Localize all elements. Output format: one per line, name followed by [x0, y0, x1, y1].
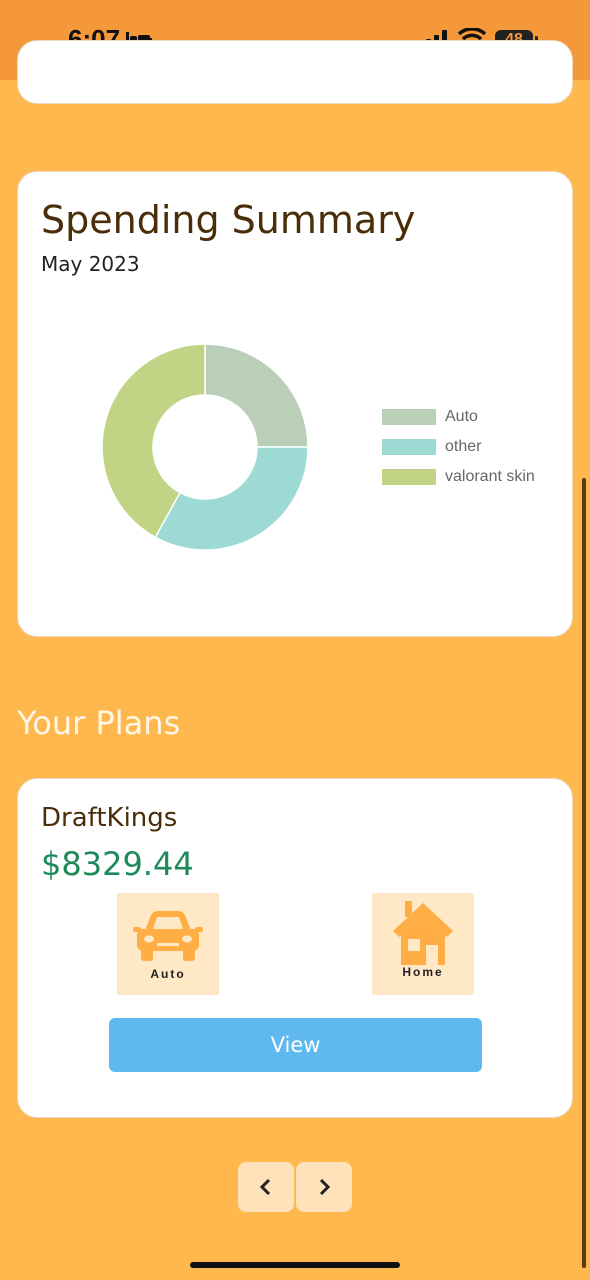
legend-item-1[interactable]: other: [382, 432, 535, 462]
donut-chart: [101, 343, 309, 551]
legend-swatch: [382, 409, 436, 425]
legend-label: Auto: [445, 408, 478, 425]
next-page-button[interactable]: [296, 1162, 352, 1212]
plans-heading: Your Plans: [17, 704, 181, 742]
home-indicator: [190, 1262, 400, 1268]
spending-summary-card: Spending Summary May 2023 Auto other valor…: [17, 171, 573, 637]
car-icon: [133, 911, 203, 961]
category-auto[interactable]: Auto: [117, 893, 219, 995]
legend-item-2[interactable]: valorant skin: [382, 462, 535, 492]
legend-item-0[interactable]: Auto: [382, 402, 535, 432]
spending-summary-title: Spending Summary: [41, 198, 416, 242]
donut-slice-0[interactable]: [204, 343, 309, 448]
legend-label: valorant skin: [445, 468, 535, 485]
legend-swatch: [382, 439, 436, 455]
chevron-left-icon: [259, 1178, 271, 1196]
scrollbar[interactable]: [582, 478, 586, 1268]
plan-amount: $8329.44: [41, 845, 194, 883]
category-home[interactable]: Home: [372, 893, 474, 995]
donut-slice-1[interactable]: [154, 446, 309, 551]
legend-swatch: [382, 469, 436, 485]
chart-legend: Auto other valorant skin: [382, 402, 535, 492]
home-icon: [393, 901, 453, 965]
category-home-label: Home: [402, 965, 444, 979]
view-button[interactable]: View: [109, 1018, 482, 1072]
legend-label: other: [445, 438, 482, 455]
plan-card: DraftKings $8329.44 Auto Home View: [17, 778, 573, 1118]
category-auto-label: Auto: [150, 967, 186, 981]
spending-summary-month: May 2023: [41, 252, 140, 276]
previous-card: [17, 40, 573, 104]
chevron-right-icon: [319, 1178, 331, 1196]
previous-page-button[interactable]: [238, 1162, 294, 1212]
plan-name: DraftKings: [41, 803, 178, 833]
